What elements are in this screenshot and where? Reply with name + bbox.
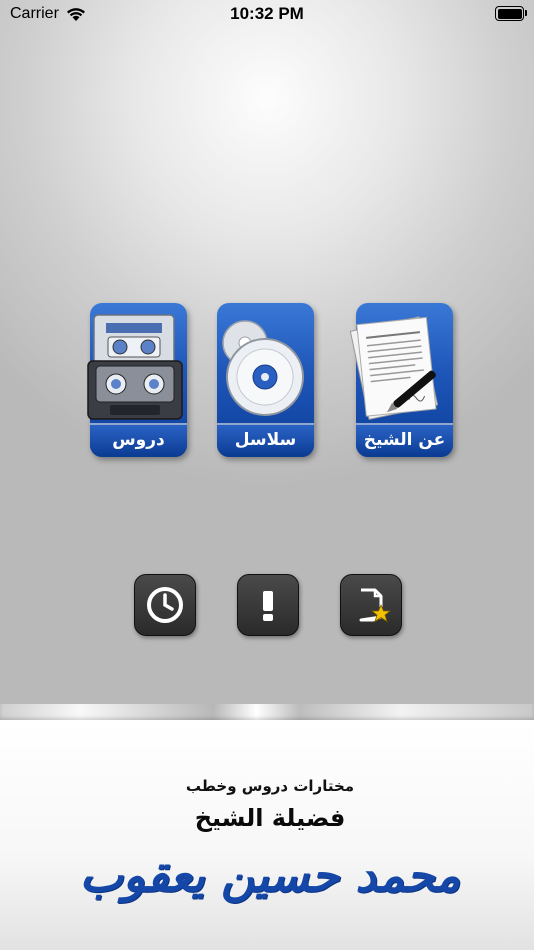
battery-tip xyxy=(525,10,527,16)
cd-discs-icon xyxy=(222,320,304,416)
status-time: 10:32 PM xyxy=(230,4,304,23)
history-button[interactable] xyxy=(134,574,196,636)
lessons-tile[interactable]: دروس xyxy=(87,303,187,457)
footer-subtitle: مختارات دروس وخطب xyxy=(185,777,355,795)
exclamation-icon xyxy=(263,591,273,621)
document-star-icon xyxy=(359,588,391,623)
about-sheikh-tile[interactable]: عن الشيخ xyxy=(349,303,453,457)
about-sheikh-label: عن الشيخ xyxy=(356,423,453,457)
sheikh-name-calligraphy: محمد حسين يعقوب xyxy=(79,848,461,902)
silver-divider xyxy=(0,704,534,720)
footer-banner: مختارات دروس وخطب فضيلة الشيخ محمد حسين … xyxy=(0,720,534,950)
about-app-button[interactable] xyxy=(237,574,299,636)
status-bar: Carrier 10:32 PM xyxy=(0,0,534,30)
cassette-tapes-icon xyxy=(87,314,183,420)
document-pen-icon xyxy=(349,316,439,420)
footer-title: فضيلة الشيخ xyxy=(194,804,346,832)
battery-icon xyxy=(495,6,524,21)
series-tile[interactable]: سلاسل xyxy=(217,303,314,457)
series-label: سلاسل xyxy=(217,423,314,457)
lessons-label: دروس xyxy=(90,423,187,457)
clock-icon xyxy=(147,587,183,623)
favorites-button[interactable] xyxy=(340,574,402,636)
